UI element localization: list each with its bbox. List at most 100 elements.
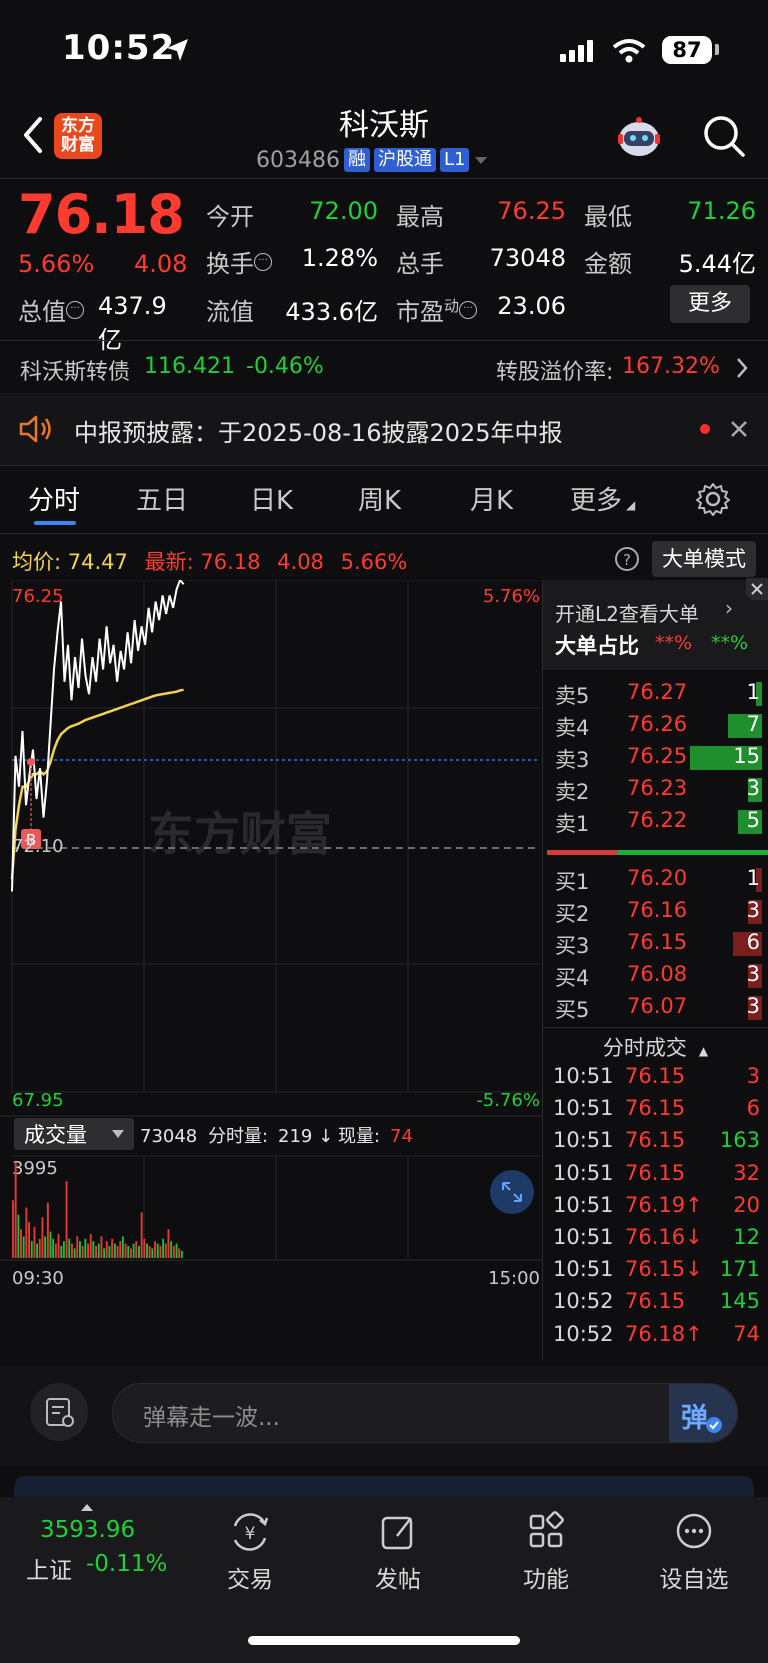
ratio-label: 大单占比 [555,634,639,658]
volume-bar [46,1202,49,1258]
volume-bar [12,1200,14,1258]
close-icon[interactable] [728,418,750,440]
bid-row[interactable]: 买2 76.16 3 [543,898,768,928]
robot-assistant-icon[interactable] [614,112,664,162]
volume-bar [33,1226,36,1258]
bid-row[interactable]: 买5 76.07 3 [543,994,768,1024]
bid-label: 买5 [555,998,590,1022]
volume-bar [113,1243,116,1258]
volume-bar [71,1243,73,1258]
ask-row[interactable]: 卖5 76.27 1 [543,680,768,710]
tab-post-label: 发帖 [375,1567,421,1593]
b-marker-dot [27,758,35,766]
ask-price: 76.22 [627,808,688,832]
ask-volume: 1 [746,680,760,704]
y-bottom-label: 67.95 [12,1090,64,1111]
volume-bar [164,1243,167,1258]
tab-watchlist[interactable]: 设自选 [644,1510,744,1594]
chevron-down-icon [475,157,488,164]
volume-bar [172,1246,175,1258]
volume-bar [49,1231,52,1258]
volume-bar [57,1234,60,1258]
y-bottom-pct-label: -5.76% [476,1090,540,1111]
banner-close-button[interactable] [746,578,768,600]
volume-bar [54,1243,57,1258]
volume-bar [25,1207,28,1258]
bid-volume: 3 [746,994,760,1018]
danmaku-glyph: 弹 [681,1403,708,1434]
trade-volume: 74 [733,1321,760,1346]
tab-intraday[interactable]: 分时 [28,480,80,517]
chart-header: 均价: 74.47 最新: 76.18 4.08 5.66% [12,546,407,576]
notice-bar[interactable]: 中报预披露：于2025-08-16披露2025年中报 [0,393,768,465]
pe-label-text: 市盈 [396,298,444,326]
volume-bar [159,1246,162,1258]
tab-post[interactable]: 发帖 [348,1510,448,1594]
change-percent: 5.66% [18,250,95,278]
y-mid-label: 72.10 [12,836,64,857]
danmaku-send-button[interactable]: 弹 [669,1384,737,1442]
volume-bar [175,1243,178,1258]
volume-bar [135,1241,138,1258]
volume-bar [132,1243,135,1258]
stock-subtitle[interactable]: 603486 融 沪股通 L1 [256,146,489,174]
volume-bar [81,1246,84,1258]
ask-row[interactable]: 卖3 76.25 15 [543,744,768,774]
volume-bar [170,1241,173,1258]
grid-icon [529,1511,564,1548]
avg-value: 74.47 [67,550,128,574]
gear-icon[interactable] [696,482,730,516]
ask-label: 卖3 [555,748,590,772]
trade-volume: 6 [746,1096,760,1121]
bid-volume: 3 [746,962,760,986]
comment-list-button[interactable] [30,1383,88,1441]
more-button[interactable]: 更多 [670,285,750,323]
volume-bar [146,1243,148,1258]
big-order-mode-button[interactable]: 大单模式 [652,541,756,577]
bid-label: 买4 [555,966,590,990]
l2-banner[interactable]: 开通L2查看大单 › 大单占比 **% **% [543,580,768,670]
convertible-bond-row[interactable]: 科沃斯转债 116.421 -0.46% 转股溢价率: 167.32% [0,341,768,393]
volume-bar [95,1246,97,1258]
turnover-label: 换手 ··· [206,244,272,279]
tag-level: L1 [439,148,470,172]
ask-row[interactable]: 卖1 76.22 5 [543,808,768,838]
ask-row[interactable]: 卖2 76.23 3 [543,776,768,806]
tab-5day[interactable]: 五日 [136,480,188,517]
tab-trade[interactable]: ¥ 交易 [200,1510,300,1594]
intraday-chart[interactable]: 东方财富 B 76.25 5.76% 72.10 67.95 -5.76% 成交… [0,580,543,1370]
info-icon[interactable]: ··· [254,253,272,271]
tab-weekly[interactable]: 周K [358,480,401,517]
bid-price: 76.15 [627,930,688,954]
info-icon[interactable]: ··· [459,301,478,319]
tab-more[interactable]: 更多 ◢ [570,480,635,517]
volume-bar [156,1243,159,1258]
tab-daily[interactable]: 日K [250,480,293,517]
expand-button[interactable] [490,1170,534,1214]
tab-monthly[interactable]: 月K [470,480,513,517]
watermark: 东方财富 [148,807,332,861]
peek-panel[interactable] [14,1476,754,1498]
comment-input[interactable]: 弹幕走一波... 弹 [112,1383,738,1443]
chevron-right-icon [737,358,748,378]
volume-bar [178,1248,181,1258]
bid-row[interactable]: 买3 76.15 6 [543,930,768,960]
search-icon[interactable] [700,112,748,160]
help-icon[interactable]: ? [614,546,640,572]
bid-row[interactable]: 买1 76.20 1 [543,866,768,896]
ask-price: 76.23 [627,776,688,800]
volume-bar [103,1248,106,1258]
unread-dot [700,424,710,434]
amount-label: 金额 [584,250,632,278]
bond-change: -0.46% [246,354,324,379]
info-icon[interactable]: ··· [66,301,84,319]
trade-time: 10:51 [553,1096,614,1121]
speaker-icon [19,415,51,443]
bid-row[interactable]: 买4 76.08 3 [543,962,768,992]
trade-volume: 171 [719,1257,760,1282]
mcap-label: 总值 ··· [18,292,84,327]
tab-functions[interactable]: 功能 [496,1510,596,1594]
bid-label: 买3 [555,934,590,958]
ask-row[interactable]: 卖4 76.26 7 [543,712,768,742]
trades-header[interactable]: 分时成交 ▲ [543,1032,768,1062]
